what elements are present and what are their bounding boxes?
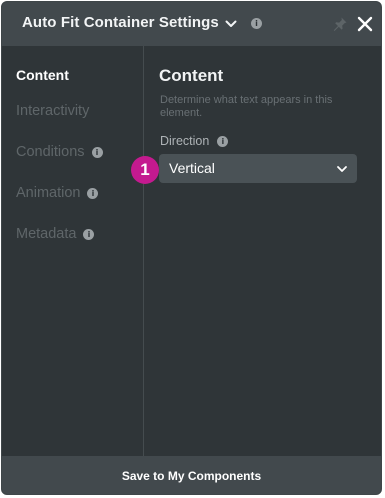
settings-sidebar: Content Interactivity Conditions i Anima… (2, 46, 144, 456)
panel-title: Auto Fit Container Settings (22, 14, 219, 31)
sidebar-item-interactivity[interactable]: Interactivity (16, 103, 89, 119)
info-icon: i (91, 146, 103, 158)
close-icon[interactable] (357, 16, 373, 32)
sidebar-item-label: Animation (16, 185, 81, 201)
step-callout-badge: 1 (131, 156, 159, 184)
info-icon: i (83, 228, 95, 240)
sidebar-item-label: Conditions (16, 144, 85, 160)
info-icon: i (87, 187, 99, 199)
panel-header: Auto Fit Container Settings i (2, 2, 381, 46)
pin-icon[interactable] (332, 16, 348, 32)
info-icon: i (217, 135, 229, 147)
sidebar-item-metadata[interactable]: Metadata i (16, 226, 95, 242)
section-title: Content (159, 66, 224, 85)
direction-label: Direction i (160, 134, 229, 148)
section-description: Determine what text appears in this elem… (160, 94, 333, 119)
sidebar-item-label: Metadata (16, 226, 77, 242)
info-icon: i (251, 18, 262, 29)
chevron-down-icon (337, 166, 347, 172)
save-button-label: Save to My Components (121, 469, 262, 483)
sidebar-item-conditions[interactable]: Conditions i (16, 144, 103, 160)
sidebar-item-content[interactable]: Content (16, 67, 69, 83)
save-to-components-button[interactable]: Save to My Components (2, 456, 381, 494)
sidebar-item-animation[interactable]: Animation i (16, 185, 99, 201)
sidebar-item-label: Content (16, 67, 69, 83)
sidebar-item-label: Interactivity (16, 103, 90, 119)
direction-select[interactable]: Vertical (159, 154, 357, 183)
direction-label-text: Direction (160, 134, 210, 148)
chevron-down-icon[interactable] (224, 17, 238, 31)
direction-select-value: Vertical (169, 160, 215, 176)
settings-panel: Auto Fit Container Settings i Content In… (1, 1, 382, 495)
